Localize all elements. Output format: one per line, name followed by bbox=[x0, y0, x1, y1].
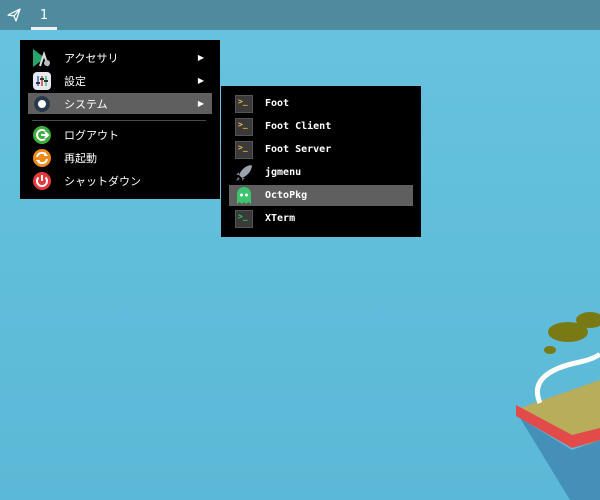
send-icon bbox=[7, 8, 21, 22]
terminal-icon: >_ bbox=[234, 117, 254, 137]
rocket-icon bbox=[234, 163, 254, 183]
submenu-item-foot-server[interactable]: >_ Foot Server bbox=[229, 139, 413, 160]
terminal-icon: >_ bbox=[234, 140, 254, 160]
submenu-item-label: OctoPkg bbox=[265, 190, 308, 201]
menu-item-settings[interactable]: 設定 ▶ bbox=[28, 70, 212, 91]
reboot-icon bbox=[32, 148, 52, 168]
submenu-item-label: jgmenu bbox=[265, 167, 302, 178]
submenu-item-label: Foot bbox=[265, 98, 290, 109]
menu-item-label: システム bbox=[64, 97, 108, 111]
submenu-item-foot-client[interactable]: >_ Foot Client bbox=[229, 116, 413, 137]
menu-item-shutdown[interactable]: シャットダウン bbox=[28, 170, 212, 191]
menu-item-accessories[interactable]: アクセサリ ▶ bbox=[28, 47, 212, 68]
system-icon bbox=[32, 94, 52, 114]
menu-separator bbox=[32, 120, 206, 121]
submenu-item-xterm[interactable]: >_ XTerm bbox=[229, 208, 413, 229]
menu-item-label: シャットダウン bbox=[64, 174, 141, 188]
accessories-icon bbox=[32, 48, 52, 68]
submenu-item-foot[interactable]: >_ Foot bbox=[229, 93, 413, 114]
terminal-icon: >_ bbox=[234, 209, 254, 229]
menu-item-label: アクセサリ bbox=[64, 51, 119, 65]
terminal-icon: >_ bbox=[234, 94, 254, 114]
submenu-arrow-icon: ▶ bbox=[197, 53, 204, 62]
submenu-item-jgmenu[interactable]: jgmenu bbox=[229, 162, 413, 183]
menu-item-label: 設定 bbox=[64, 74, 86, 88]
system-submenu: >_ Foot >_ Foot Client >_ Foot Server jg… bbox=[221, 86, 421, 237]
settings-icon bbox=[32, 71, 52, 91]
submenu-item-label: Foot Client bbox=[265, 121, 332, 132]
power-icon bbox=[32, 171, 52, 191]
menu-item-reboot[interactable]: 再起動 bbox=[28, 147, 212, 168]
top-panel: 1 bbox=[0, 0, 600, 30]
main-menu: アクセサリ ▶ 設定 ▶ システム ▶ ログアウト 再起動 シャットダウン bbox=[20, 40, 220, 199]
submenu-item-octopkg[interactable]: OctoPkg bbox=[229, 185, 413, 206]
launcher-button[interactable] bbox=[0, 0, 28, 30]
menu-item-logout[interactable]: ログアウト bbox=[28, 124, 212, 145]
logout-icon bbox=[32, 125, 52, 145]
menu-item-system[interactable]: システム ▶ bbox=[28, 93, 212, 114]
menu-item-label: ログアウト bbox=[64, 128, 119, 142]
submenu-item-label: XTerm bbox=[265, 213, 296, 224]
menu-item-label: 再起動 bbox=[64, 151, 97, 165]
octopkg-icon bbox=[234, 186, 254, 206]
wallpaper-island-decoration bbox=[516, 312, 600, 500]
workspace-1-button[interactable]: 1 bbox=[31, 0, 57, 30]
submenu-arrow-icon: ▶ bbox=[197, 99, 204, 108]
submenu-item-label: Foot Server bbox=[265, 144, 332, 155]
submenu-arrow-icon: ▶ bbox=[197, 76, 204, 85]
